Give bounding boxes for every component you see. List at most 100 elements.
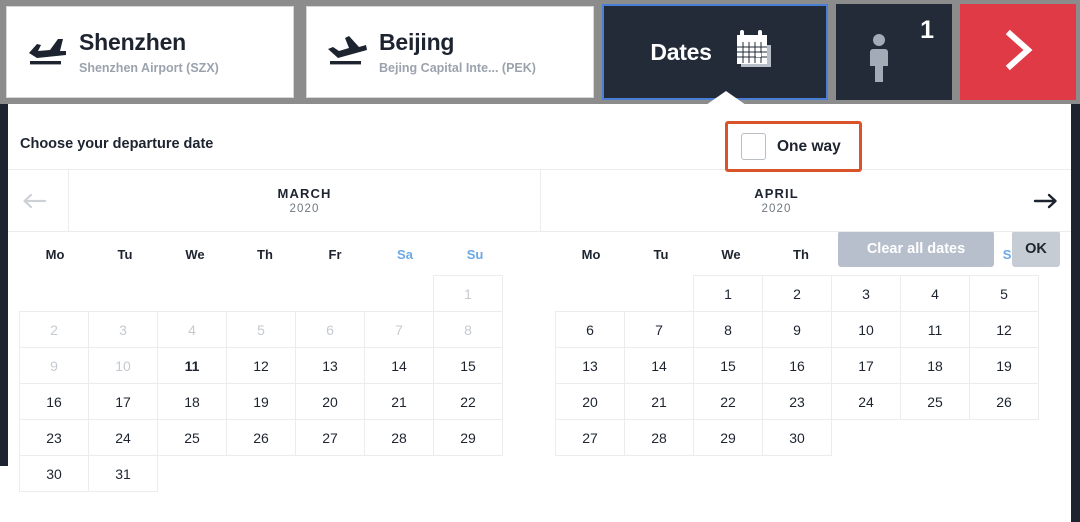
week-row: 27 28 29 30: [555, 419, 1056, 456]
month-year: 2020: [761, 203, 792, 215]
day-cell[interactable]: 17: [88, 383, 158, 420]
day-cell[interactable]: 19: [969, 347, 1039, 384]
day-cell[interactable]: 29: [433, 419, 503, 456]
day-cell[interactable]: 18: [157, 383, 227, 420]
weekday-th: Th: [257, 246, 273, 262]
day-cell: 5: [226, 311, 296, 348]
weekday-we: We: [721, 246, 741, 262]
one-way-toggle[interactable]: One way: [725, 121, 862, 172]
day-cell[interactable]: 26: [969, 383, 1039, 420]
day-cell[interactable]: 5: [969, 275, 1039, 312]
day-cell[interactable]: 14: [624, 347, 694, 384]
day-cell[interactable]: 28: [624, 419, 694, 456]
calendar-march: Mo Tu We Th Fr Sa Su 1 2 3 4 5 6 7 8 9 10 11 12 13 14 15 16 17 1…: [19, 232, 520, 492]
day-cell[interactable]: 24: [88, 419, 158, 456]
day-cell[interactable]: 6: [555, 311, 625, 348]
day-cell[interactable]: 12: [969, 311, 1039, 348]
passenger-count: 1: [920, 16, 934, 44]
arrow-right-icon: [1033, 193, 1057, 208]
day-cell[interactable]: 22: [693, 383, 763, 420]
day-cell[interactable]: 20: [295, 383, 365, 420]
day-cell[interactable]: 1: [693, 275, 763, 312]
day-cell[interactable]: 11: [900, 311, 970, 348]
month-name: APRIL: [754, 186, 799, 201]
dates-button[interactable]: Dates: [602, 4, 828, 100]
day-cell: 4: [157, 311, 227, 348]
day-cell[interactable]: 23: [19, 419, 89, 456]
day-cell[interactable]: 31: [88, 455, 158, 492]
day-cell[interactable]: 24: [831, 383, 901, 420]
day-cell[interactable]: 25: [900, 383, 970, 420]
ok-button[interactable]: OK: [1012, 231, 1060, 267]
day-cell[interactable]: 18: [900, 347, 970, 384]
week-row: 2345678: [19, 311, 520, 348]
day-cell[interactable]: 12: [226, 347, 296, 384]
day-cell: 8: [433, 311, 503, 348]
day-cell[interactable]: 19: [226, 383, 296, 420]
page-edge-right: [1071, 104, 1080, 522]
week-row: 9 10 11 12 13 14 15: [19, 347, 520, 384]
day-cell[interactable]: 21: [624, 383, 694, 420]
next-month-button[interactable]: [1012, 170, 1080, 231]
day-cell[interactable]: 8: [693, 311, 763, 348]
one-way-checkbox[interactable]: [741, 133, 766, 160]
day-cell-empty: [624, 275, 694, 312]
day-cell[interactable]: 21: [364, 383, 434, 420]
day-cell[interactable]: 26: [226, 419, 296, 456]
day-cell[interactable]: 4: [900, 275, 970, 312]
month-navigation: MARCH 2020 APRIL 2020: [0, 170, 1080, 232]
one-way-label: One way: [777, 137, 841, 155]
clear-all-dates-button[interactable]: Clear all dates: [838, 231, 994, 267]
weekday-we: We: [185, 246, 205, 262]
origin-city: Shenzhen: [79, 29, 187, 56]
day-cell[interactable]: 13: [555, 347, 625, 384]
day-cell[interactable]: 23: [762, 383, 832, 420]
person-icon: [866, 32, 892, 89]
day-cell[interactable]: 15: [693, 347, 763, 384]
week-row: 1: [20, 275, 520, 312]
day-cell[interactable]: 10: [831, 311, 901, 348]
destination-airport: Bejing Capital Inte... (PEK): [379, 60, 536, 75]
day-cell[interactable]: 16: [762, 347, 832, 384]
origin-airport: Shenzhen Airport (SZX): [79, 60, 219, 75]
prev-month-button[interactable]: [0, 170, 68, 231]
day-cell-empty: [900, 419, 970, 456]
day-cell[interactable]: 20: [555, 383, 625, 420]
origin-field[interactable]: Shenzhen Shenzhen Airport (SZX): [6, 6, 294, 98]
day-cell[interactable]: 13: [295, 347, 365, 384]
day-cell[interactable]: 29: [693, 419, 763, 456]
date-picker-title: Choose your departure date: [20, 136, 214, 152]
day-cell[interactable]: 16: [19, 383, 89, 420]
week-row: 6 7 8 9 10 11 12: [555, 311, 1056, 348]
day-cell[interactable]: 27: [555, 419, 625, 456]
day-cell[interactable]: 25: [157, 419, 227, 456]
week-row: 12345: [556, 275, 1056, 312]
week-row: 13 14 15 16 17 18 19: [555, 347, 1056, 384]
day-cell[interactable]: 22: [433, 383, 503, 420]
week-row: 20 21 22 23 24 25 26: [555, 383, 1056, 420]
calendar-icon: [734, 29, 780, 76]
day-cell[interactable]: 17: [831, 347, 901, 384]
passengers-button[interactable]: 1: [836, 4, 952, 100]
arrow-left-icon: [23, 193, 47, 208]
day-cell[interactable]: 30: [19, 455, 89, 492]
day-cell[interactable]: 28: [364, 419, 434, 456]
day-cell[interactable]: 9: [762, 311, 832, 348]
day-cell-empty: [831, 419, 901, 456]
destination-field[interactable]: Beijing Bejing Capital Inte... (PEK): [306, 6, 594, 98]
day-cell[interactable]: 3: [831, 275, 901, 312]
day-cell: 2: [19, 311, 89, 348]
plane-takeoff-icon: [21, 35, 73, 69]
day-cell[interactable]: 15: [433, 347, 503, 384]
day-cell[interactable]: 14: [364, 347, 434, 384]
day-cell[interactable]: 2: [762, 275, 832, 312]
day-cell[interactable]: 30: [762, 419, 832, 456]
page-edge-left: [0, 104, 8, 466]
weekday-tu: Tu: [653, 246, 669, 262]
day-cell[interactable]: 27: [295, 419, 365, 456]
weekday-tu: Tu: [117, 246, 133, 262]
day-cell[interactable]: 11: [157, 347, 227, 384]
day-cell-empty: [295, 275, 365, 312]
search-submit-button[interactable]: [960, 4, 1076, 100]
day-cell[interactable]: 7: [624, 311, 694, 348]
